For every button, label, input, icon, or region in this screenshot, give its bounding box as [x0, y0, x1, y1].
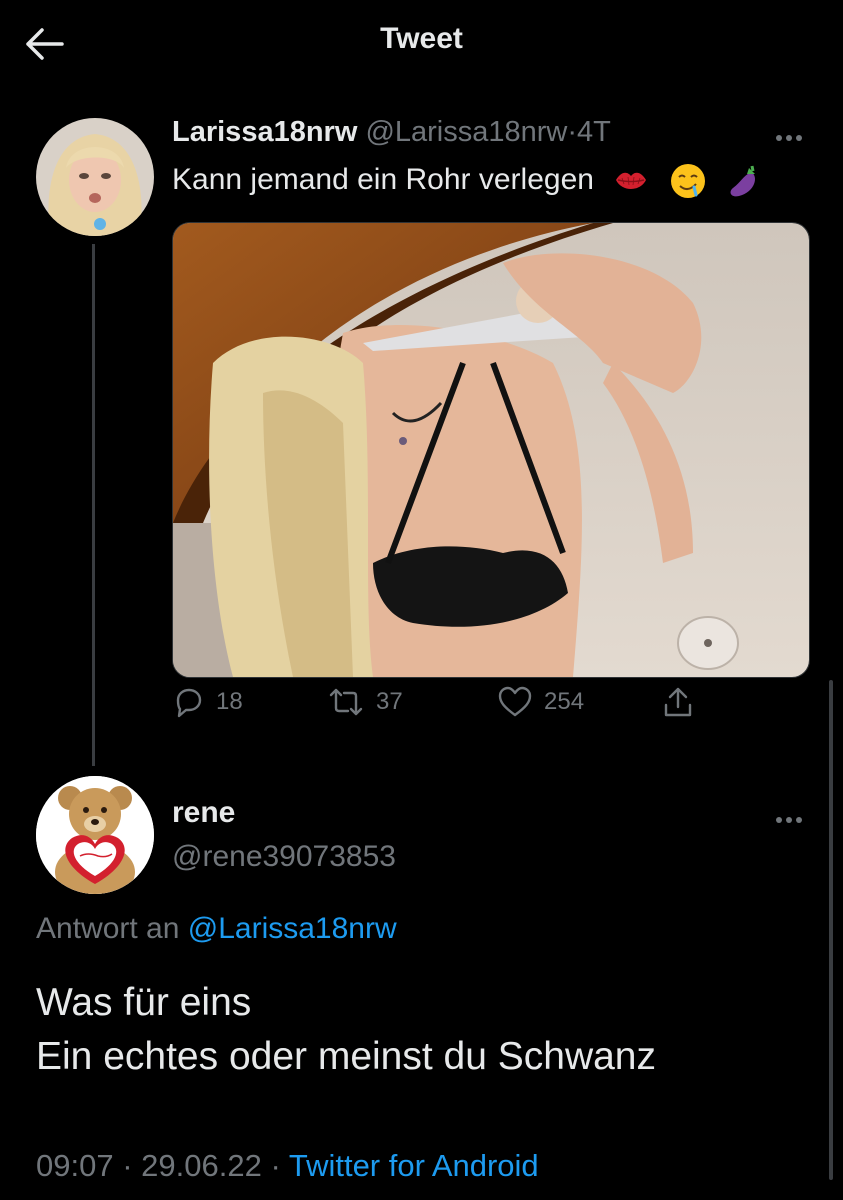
- tweet-actions: 18 37 254: [172, 682, 808, 722]
- eggplant-icon: [725, 162, 763, 200]
- reply-text-line: Was für eins: [36, 981, 252, 1024]
- share-icon: [664, 687, 692, 717]
- kiss-mark-icon: [612, 162, 650, 200]
- separator: ·: [567, 116, 578, 148]
- page-title: Tweet: [380, 22, 463, 55]
- handle[interactable]: @Larissa18nrw: [365, 116, 567, 148]
- share-button[interactable]: [662, 682, 706, 722]
- reply-count: 18: [216, 688, 243, 715]
- tweet-text: Kann jemand ein Rohr verlegen: [172, 162, 763, 200]
- retweet-icon: [329, 688, 363, 716]
- reply-to-link[interactable]: @Larissa18nrw: [188, 912, 397, 945]
- like-button[interactable]: 254: [498, 682, 584, 722]
- tweet-header: Larissa18nrw @Larissa18nrw·4T: [172, 116, 611, 149]
- display-name[interactable]: rene: [172, 796, 235, 830]
- scrollbar[interactable]: [829, 680, 833, 1180]
- reply-text: Was für eins Ein echtes oder meinst du S…: [36, 976, 656, 1084]
- retweet-count: 37: [376, 688, 403, 715]
- drooling-face-icon: [669, 162, 707, 200]
- like-count: 254: [544, 688, 585, 715]
- tweet-age: 4T: [577, 116, 611, 148]
- reply-text-line: Ein echtes oder meinst du Schwanz: [36, 1035, 657, 1078]
- client-link[interactable]: Twitter for Android: [289, 1148, 539, 1183]
- tweet-text-content: Kann jemand ein Rohr verlegen: [172, 162, 594, 196]
- reply-context: Antwort an @Larissa18nrw: [36, 912, 397, 946]
- tweet-date: 29.06.22: [141, 1148, 262, 1183]
- reply-button[interactable]: 18: [172, 682, 243, 722]
- retweet-button[interactable]: 37: [328, 682, 403, 722]
- handle[interactable]: @rene39073853: [172, 840, 396, 874]
- reply-prefix: Antwort an: [36, 912, 180, 945]
- top-bar: Tweet: [0, 0, 843, 90]
- display-name[interactable]: Larissa18nrw: [172, 116, 357, 148]
- separator: ·: [270, 1148, 281, 1183]
- heart-icon: [498, 686, 532, 717]
- tweet-media-image[interactable]: [172, 222, 810, 678]
- avatar[interactable]: [36, 118, 154, 236]
- reply-icon: [176, 688, 202, 718]
- thread-line: [92, 244, 95, 766]
- tweet-meta: 09:07 · 29.06.22 · Twitter for Android: [36, 1148, 539, 1184]
- tweet-time: 09:07: [36, 1148, 114, 1183]
- separator: ·: [122, 1148, 133, 1183]
- more-options-icon[interactable]: [776, 128, 810, 141]
- more-options-icon[interactable]: [776, 810, 810, 823]
- avatar[interactable]: [36, 776, 154, 894]
